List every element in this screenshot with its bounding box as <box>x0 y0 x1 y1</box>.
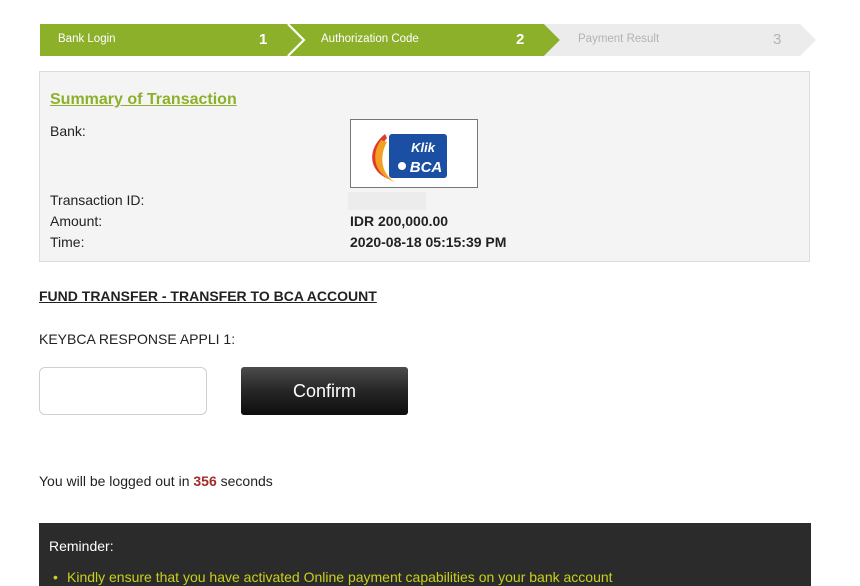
step-3-number: 3 <box>773 31 782 48</box>
step-3-label: Payment Result <box>578 33 660 45</box>
reminder-item: • Kindly ensure that you have activated … <box>53 569 613 585</box>
reminder-panel: Reminder: • Kindly ensure that you have … <box>39 523 811 586</box>
reminder-item-text: Kindly ensure that you have activated On… <box>67 569 613 585</box>
amount-value: IDR 200,000.00 <box>350 213 449 229</box>
amount-label: Amount: <box>50 213 103 229</box>
confirm-button[interactable]: Confirm <box>241 367 408 415</box>
summary-title: Summary of Transaction <box>50 91 237 108</box>
step-1-number: 1 <box>259 31 268 48</box>
logo-text-bca: BCA <box>410 159 443 176</box>
logout-countdown: You will be logged out in 356 seconds <box>39 473 273 489</box>
step-payment-result: Payment Result 3 <box>544 24 816 56</box>
keybca-response-input[interactable] <box>39 367 207 415</box>
keybca-response-label: KEYBCA RESPONSE APPLI 1: <box>39 331 236 347</box>
reminder-title: Reminder: <box>49 538 114 554</box>
fund-transfer-title: FUND TRANSFER - TRANSFER TO BCA ACCOUNT <box>39 288 377 304</box>
time-label: Time: <box>50 234 85 250</box>
bullet-icon: • <box>53 569 58 585</box>
step-1-label: Bank Login <box>58 33 116 45</box>
step-2-number: 2 <box>516 31 525 48</box>
klikbca-logo-graphic: Klik BCA <box>351 120 477 187</box>
klikbca-logo: Klik BCA <box>350 119 478 188</box>
progress-stepper: Bank Login 1 Authorization Code 2 Paymen… <box>40 24 816 56</box>
transaction-summary-panel: Summary of Transaction Bank: Klik BCA Tr… <box>39 71 810 262</box>
transaction-id-value <box>348 192 426 210</box>
seconds-remaining: 356 <box>193 473 217 489</box>
time-value: 2020-08-18 05:15:39 PM <box>350 234 507 250</box>
logout-prefix: You will be logged out in <box>39 473 190 489</box>
logo-text-klik: Klik <box>411 140 436 155</box>
transaction-id-label: Transaction ID: <box>50 192 145 208</box>
step-2-label: Authorization Code <box>321 33 419 45</box>
bank-label: Bank: <box>50 123 86 139</box>
step-authorization-code: Authorization Code 2 <box>286 24 566 56</box>
logout-suffix: seconds <box>220 473 273 489</box>
